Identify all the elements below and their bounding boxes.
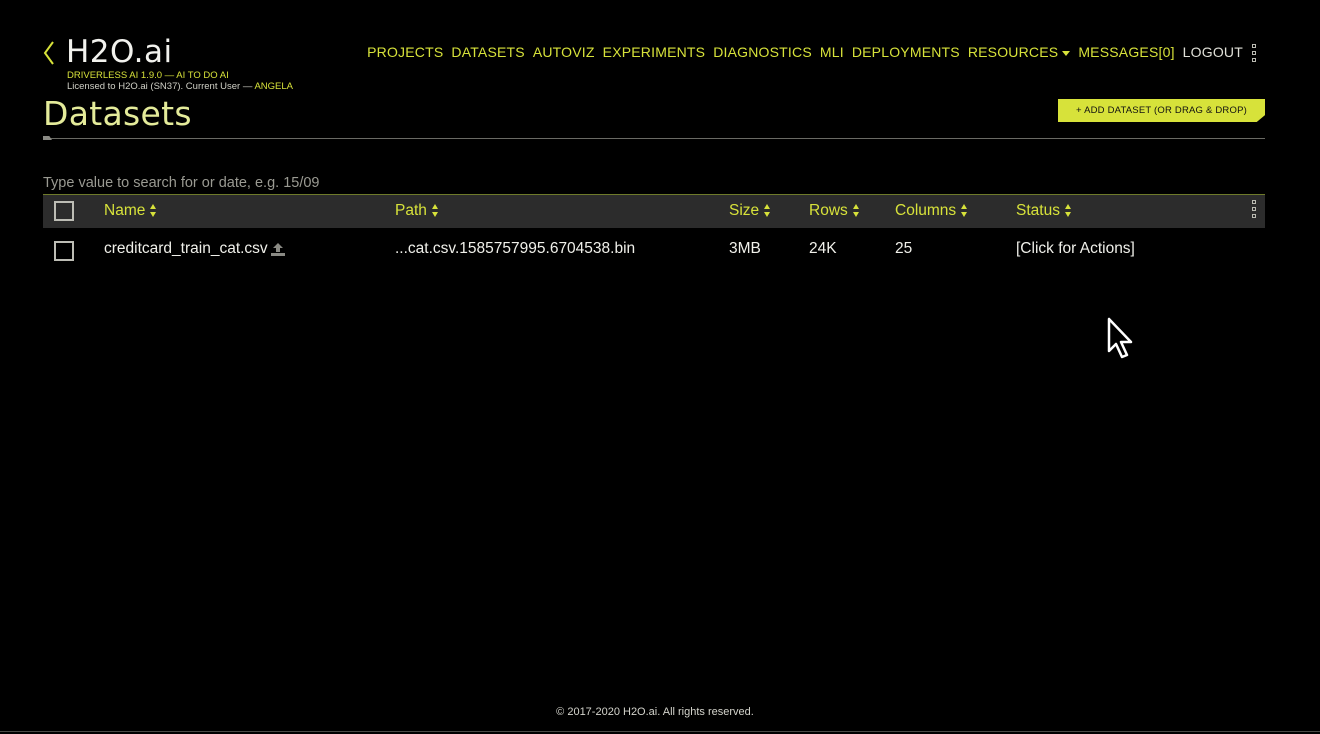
column-columns-label: Columns	[895, 202, 957, 219]
footer-copyright: © 2017-2020 H2O.ai. All rights reserved.	[556, 706, 754, 718]
nav-resources-label: RESOURCES	[967, 44, 1059, 60]
back-chevron-icon[interactable]	[42, 40, 56, 66]
license-text: Licensed to H2O.ai (SN37). Current User …	[67, 81, 255, 92]
nav-messages[interactable]: MESSAGES[0]	[1078, 44, 1174, 60]
dataset-size-cell: 3MB	[729, 240, 761, 257]
sort-icon	[764, 204, 771, 218]
select-all-checkbox[interactable]	[54, 201, 74, 221]
column-name-label: Name	[104, 202, 146, 219]
dataset-rows-cell: 24K	[809, 240, 837, 257]
table-header: Name Path Size Rows Columns Status	[43, 195, 1265, 228]
current-user: ANGELA	[254, 81, 293, 92]
product-version: DRIVERLESS AI 1.9.0 — AI TO DO AI	[67, 70, 229, 81]
sort-icon	[431, 204, 439, 218]
bottom-divider	[0, 731, 1320, 732]
brand-logo[interactable]: H2O.ai	[66, 34, 173, 70]
mouse-cursor-icon	[1107, 317, 1133, 359]
nav-experiments[interactable]: EXPERIMENTS	[603, 44, 706, 60]
nav-projects[interactable]: PROJECTS	[367, 44, 443, 60]
chevron-down-icon	[1062, 50, 1071, 56]
column-header-name[interactable]: Name	[104, 202, 157, 220]
column-header-columns[interactable]: Columns	[895, 202, 968, 220]
search-input[interactable]	[43, 172, 1265, 195]
dataset-path-cell: ...cat.csv.1585757995.6704538.bin	[395, 240, 636, 257]
dataset-status-actions[interactable]: [Click for Actions]	[1016, 240, 1135, 258]
nav-resources[interactable]: RESOURCES	[967, 44, 1071, 60]
nav-deployments[interactable]: DEPLOYMENTS	[852, 44, 960, 60]
nav-datasets[interactable]: DATASETS	[451, 44, 524, 60]
column-header-path[interactable]: Path	[395, 202, 439, 220]
sort-icon	[961, 204, 968, 218]
header-subtitle: DRIVERLESS AI 1.9.0 — AI TO DO AI Licens…	[67, 70, 293, 92]
add-dataset-button[interactable]: + ADD DATASET (OR DRAG & DROP)	[1058, 99, 1265, 122]
sort-icon	[852, 204, 860, 218]
nav-autoviz[interactable]: AUTOVIZ	[533, 44, 595, 60]
row-checkbox[interactable]	[54, 241, 74, 261]
nav-diagnostics[interactable]: DIAGNOSTICS	[713, 44, 812, 60]
dataset-columns-cell: 25	[895, 240, 913, 257]
column-size-label: Size	[729, 202, 760, 219]
nav-logout[interactable]: LOGOUT	[1183, 44, 1243, 60]
column-header-status[interactable]: Status	[1016, 202, 1072, 220]
column-rows-label: Rows	[809, 202, 848, 219]
sort-icon	[1064, 204, 1072, 218]
table-row[interactable]: creditcard_train_cat.csv ...cat.csv.1585…	[43, 233, 1265, 267]
header-menu-icon[interactable]	[1250, 44, 1257, 62]
column-menu-icon[interactable]	[1250, 200, 1257, 218]
upload-icon	[270, 242, 285, 256]
column-header-size[interactable]: Size	[729, 202, 771, 220]
datasets-page: H2O.ai DRIVERLESS AI 1.9.0 — AI TO DO AI…	[0, 0, 1320, 734]
page-title: Datasets	[43, 94, 192, 133]
top-navigation: PROJECTS DATASETS AUTOVIZ EXPERIMENTS DI…	[367, 44, 1243, 60]
dataset-name: creditcard_train_cat.csv	[104, 240, 268, 257]
column-status-label: Status	[1016, 202, 1060, 219]
title-divider	[43, 138, 1265, 139]
column-path-label: Path	[395, 202, 427, 219]
dataset-name-cell[interactable]: creditcard_train_cat.csv	[104, 240, 286, 258]
nav-mli[interactable]: MLI	[820, 44, 844, 60]
sort-icon	[150, 204, 157, 218]
column-header-rows[interactable]: Rows	[809, 202, 860, 220]
license-info: Licensed to H2O.ai (SN37). Current User …	[67, 81, 293, 92]
